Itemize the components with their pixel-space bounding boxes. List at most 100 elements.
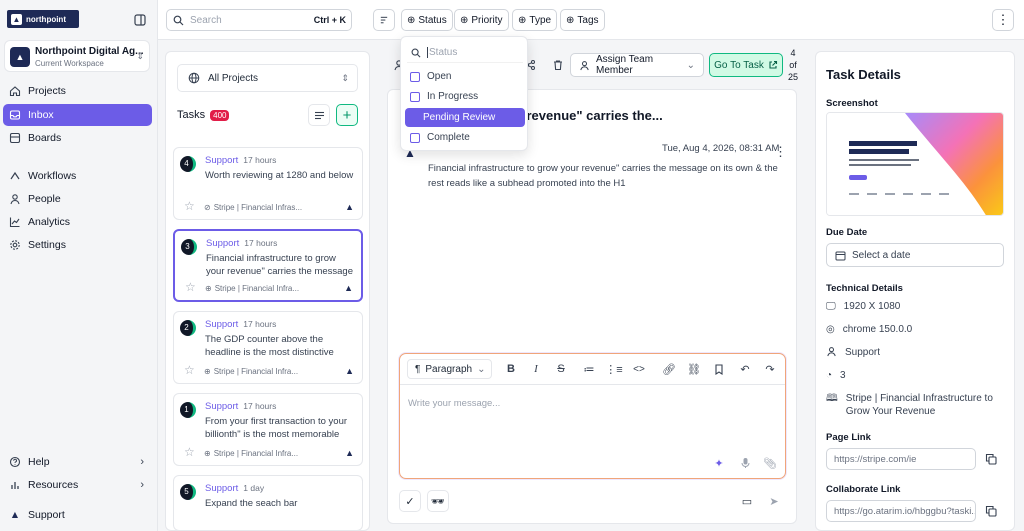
message-text: Financial infrastructure to grow your re… xyxy=(428,163,778,189)
filter-status-button[interactable]: ⊕ Status xyxy=(401,9,453,31)
copy-icon[interactable] xyxy=(981,449,1001,469)
code-icon[interactable]: <> xyxy=(632,362,646,376)
search-input[interactable]: Search Ctrl + K xyxy=(166,9,352,31)
nav-analytics[interactable]: Analytics xyxy=(3,211,152,233)
go-to-task-button[interactable]: Go To Task xyxy=(709,53,783,77)
copy-icon[interactable] xyxy=(981,501,1001,521)
task-card[interactable]: 1 Support 17 hours From your first transa… xyxy=(173,393,363,466)
sort-button[interactable] xyxy=(373,9,395,31)
trash-icon[interactable] xyxy=(552,59,564,71)
support-label: Support xyxy=(28,509,65,521)
workspace-sub: Current Workspace xyxy=(35,59,104,68)
page-title-row: 🕮︎ Stripe | Financial Infrastructure to G… xyxy=(826,392,1006,418)
checkbox[interactable] xyxy=(410,132,420,143)
add-task-button[interactable]: + xyxy=(336,104,358,126)
checkbox[interactable] xyxy=(410,91,420,102)
task-card[interactable]: 4 Support 17 hours Worth reviewing at 128… xyxy=(173,147,363,220)
collapse-sidebar-icon[interactable] xyxy=(134,14,146,26)
bold-icon[interactable]: B xyxy=(504,362,518,376)
go-to-task-label: Go To Task xyxy=(714,59,764,71)
task-number: 2 xyxy=(180,320,196,336)
message-editor[interactable]: ¶ Paragraph ⌄ B I S ≔ ⋮≡ <> 🔗︎ ⛓︎ ↶ ↷ Wr… xyxy=(399,353,786,479)
nav-boards[interactable]: Boards xyxy=(3,127,152,149)
search-placeholder: Search xyxy=(190,14,222,26)
task-card-selected[interactable]: 3 Support 17 hours Financial infrastructu… xyxy=(173,229,363,302)
numbered-list-icon[interactable]: ⋮≡ xyxy=(605,362,622,376)
bullet-list-icon[interactable]: ≔ xyxy=(582,362,596,376)
link-icon[interactable]: 🔗︎ xyxy=(662,362,676,376)
search-shortcut: Ctrl + K xyxy=(313,15,346,25)
filter-tags-button[interactable]: ⊕ Tags xyxy=(560,9,605,31)
resolution-row: 🖵︎ 1920 X 1080 xyxy=(826,300,900,313)
sparkle-icon[interactable]: ✦ xyxy=(712,456,726,470)
star-icon[interactable]: ☆ xyxy=(184,445,195,459)
star-icon[interactable]: ☆ xyxy=(185,280,196,294)
italic-icon[interactable]: I xyxy=(529,362,543,376)
nav-inbox[interactable]: Inbox xyxy=(3,104,152,126)
assign-team-member-select[interactable]: Assign Team Member ⌄ xyxy=(570,53,704,77)
list-options-button[interactable] xyxy=(308,104,330,126)
screenshot-thumbnail[interactable] xyxy=(826,112,1004,216)
status-search-input[interactable]: Status xyxy=(407,43,523,63)
pager-total: 25 xyxy=(788,72,799,82)
star-icon[interactable]: ☆ xyxy=(184,363,195,377)
message-more-icon[interactable]: ⋮ xyxy=(774,144,787,160)
nav-resources[interactable]: Resources › xyxy=(3,474,152,496)
browser-value: chrome 150.0.0 xyxy=(842,324,913,335)
due-date-label: Due Date xyxy=(826,227,868,238)
undo-icon[interactable]: ↶ xyxy=(738,362,752,376)
send-button[interactable]: ➤ xyxy=(763,490,785,512)
project-select[interactable]: All Projects ⇕ xyxy=(177,64,358,92)
incognito-button[interactable]: 🕶︎ xyxy=(427,490,449,512)
workspace-name: Northpoint Digital Ag... xyxy=(35,46,144,57)
task-time: 17 hours xyxy=(243,319,277,329)
note-button[interactable]: ▭ xyxy=(736,490,758,512)
status-option-complete[interactable]: Complete xyxy=(405,128,525,147)
status-option-in-progress[interactable]: In Progress xyxy=(405,87,525,106)
option-label: In Progress xyxy=(427,91,479,102)
checkbox[interactable] xyxy=(410,71,420,82)
nav-projects[interactable]: Projects xyxy=(3,80,152,102)
attachment-icon[interactable]: 📎︎ xyxy=(763,456,777,470)
due-date-picker[interactable]: Select a date xyxy=(826,243,1004,267)
workspace-switcher[interactable]: ▲ Northpoint Digital Ag... Current Works… xyxy=(4,40,150,72)
support-link[interactable]: ▲ Support xyxy=(3,504,152,526)
task-card[interactable]: 2 Support 17 hours The GDP counter above … xyxy=(173,311,363,384)
nav-help[interactable]: Help › xyxy=(3,451,152,473)
task-number: 5 xyxy=(180,484,196,500)
bookmark-icon[interactable] xyxy=(712,362,726,376)
task-description: From your first transaction to your bill… xyxy=(205,416,348,440)
star-icon[interactable]: ☆ xyxy=(184,199,195,213)
help-icon xyxy=(8,455,22,469)
logo[interactable]: ▲ northpoint xyxy=(7,10,79,28)
nav-settings[interactable]: Settings xyxy=(3,234,152,256)
incognito-icon: 🕶︎ xyxy=(431,495,445,508)
status-option-open[interactable]: Open xyxy=(405,67,525,86)
filter-type-button[interactable]: ⊕ Type xyxy=(512,9,558,31)
collaborate-link-field[interactable]: https://go.atarim.io/hbggbu?taski... xyxy=(826,500,976,522)
project-select-value: All Projects xyxy=(208,72,259,84)
strikethrough-icon[interactable]: S xyxy=(554,362,568,376)
nav-label: People xyxy=(28,193,61,205)
nav-people[interactable]: People xyxy=(3,188,152,210)
page-link-label: Page Link xyxy=(826,432,871,443)
task-card[interactable]: 5 Support 1 day Expand the seach bar xyxy=(173,475,363,531)
unlink-icon[interactable]: ⛓︎ xyxy=(687,362,701,376)
source-label: Stripe | Financial Infras... xyxy=(213,203,303,212)
due-date-value: Select a date xyxy=(852,249,911,261)
plus-circle-icon: ⊕ xyxy=(518,14,527,26)
user-icon xyxy=(579,60,590,71)
status-option-pending-review[interactable]: Pending Review xyxy=(405,108,525,127)
filter-priority-button[interactable]: ⊕ Priority xyxy=(454,9,509,31)
task-number: 4 xyxy=(180,156,196,172)
editor-divider xyxy=(400,384,785,385)
sidebar: ▲ northpoint ▲ Northpoint Digital Ag... C… xyxy=(0,0,158,531)
page-link-field[interactable]: https://stripe.com/ie xyxy=(826,448,976,470)
source-label: Stripe | Financial Infra... xyxy=(214,284,300,293)
nav-workflows[interactable]: Workflows xyxy=(3,165,152,187)
more-menu-button[interactable]: ⋮ xyxy=(992,9,1014,31)
block-type-select[interactable]: ¶ Paragraph ⌄ xyxy=(407,359,492,379)
microphone-icon[interactable] xyxy=(738,456,752,470)
resolve-button[interactable]: ✓ xyxy=(399,490,421,512)
redo-icon[interactable]: ↷ xyxy=(763,362,777,376)
